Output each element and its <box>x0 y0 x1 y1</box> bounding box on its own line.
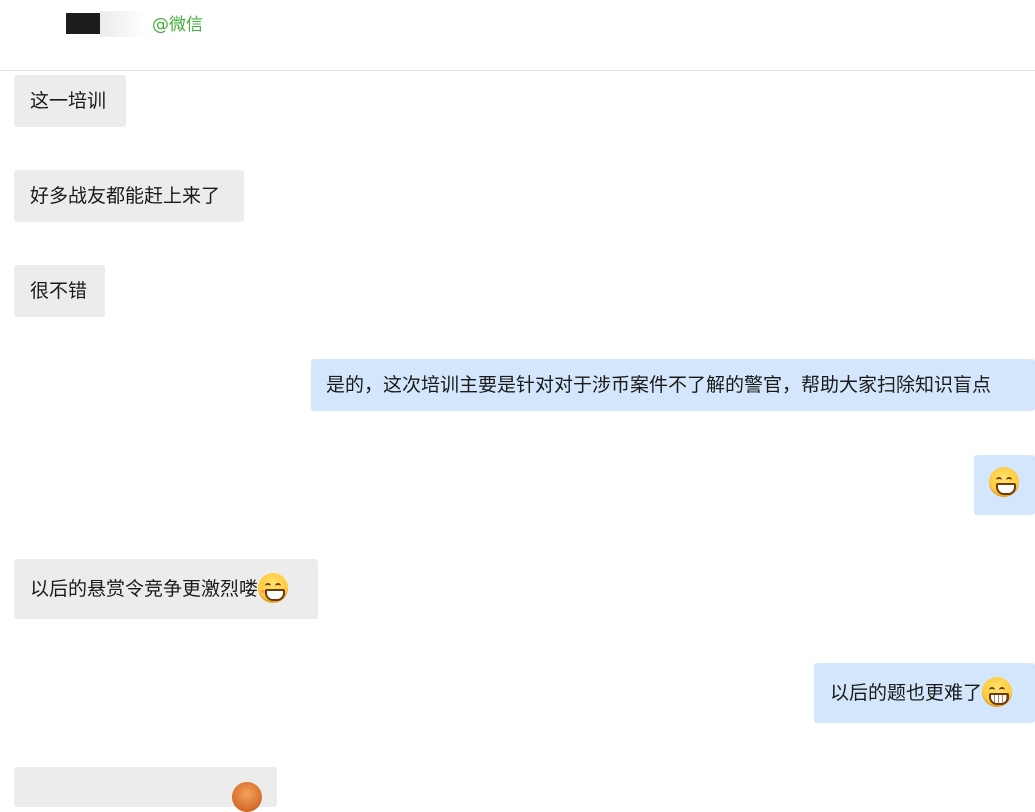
message-text: 这一培训 <box>30 90 107 112</box>
message-text: 好多战友都能赶上来了 <box>30 185 221 207</box>
message-bubble-outgoing[interactable]: 是的，这次培训主要是针对对于涉币案件不了解的警官，帮助大家扫除知识盲点 <box>311 359 1035 411</box>
redacted-name <box>100 11 146 37</box>
message-bubble-incoming[interactable]: 这一培训 <box>14 75 126 127</box>
source-tag: @微信 <box>152 15 203 35</box>
grimacing-face-emoji <box>982 676 1013 707</box>
chat-header: @微信 <box>0 0 1035 71</box>
message-bubble-outgoing[interactable]: 以后的题也更难了 <box>814 663 1035 723</box>
grinning-blush-emoji <box>258 572 289 603</box>
message-text: 以后的悬赏令竞争更激烈喽 <box>30 578 259 600</box>
message-text: 是的，这次培训主要是针对对于涉币案件不了解的警官，帮助大家扫除知识盲点 <box>326 374 992 396</box>
message-text: 以后的题也更难了 <box>830 682 983 704</box>
redacted-avatar <box>66 13 100 34</box>
message-text: 很不错 <box>30 280 88 302</box>
message-bubble-incoming[interactable]: 很不错 <box>14 265 105 317</box>
message-bubble-incoming[interactable]: 好多战友都能赶上来了 <box>14 170 244 222</box>
partial-emoji <box>232 782 262 812</box>
message-bubble-outgoing[interactable] <box>974 455 1035 515</box>
grinning-face-emoji <box>989 466 1019 497</box>
message-bubble-incoming[interactable]: 以后的悬赏令竞争更激烈喽 <box>14 559 318 619</box>
